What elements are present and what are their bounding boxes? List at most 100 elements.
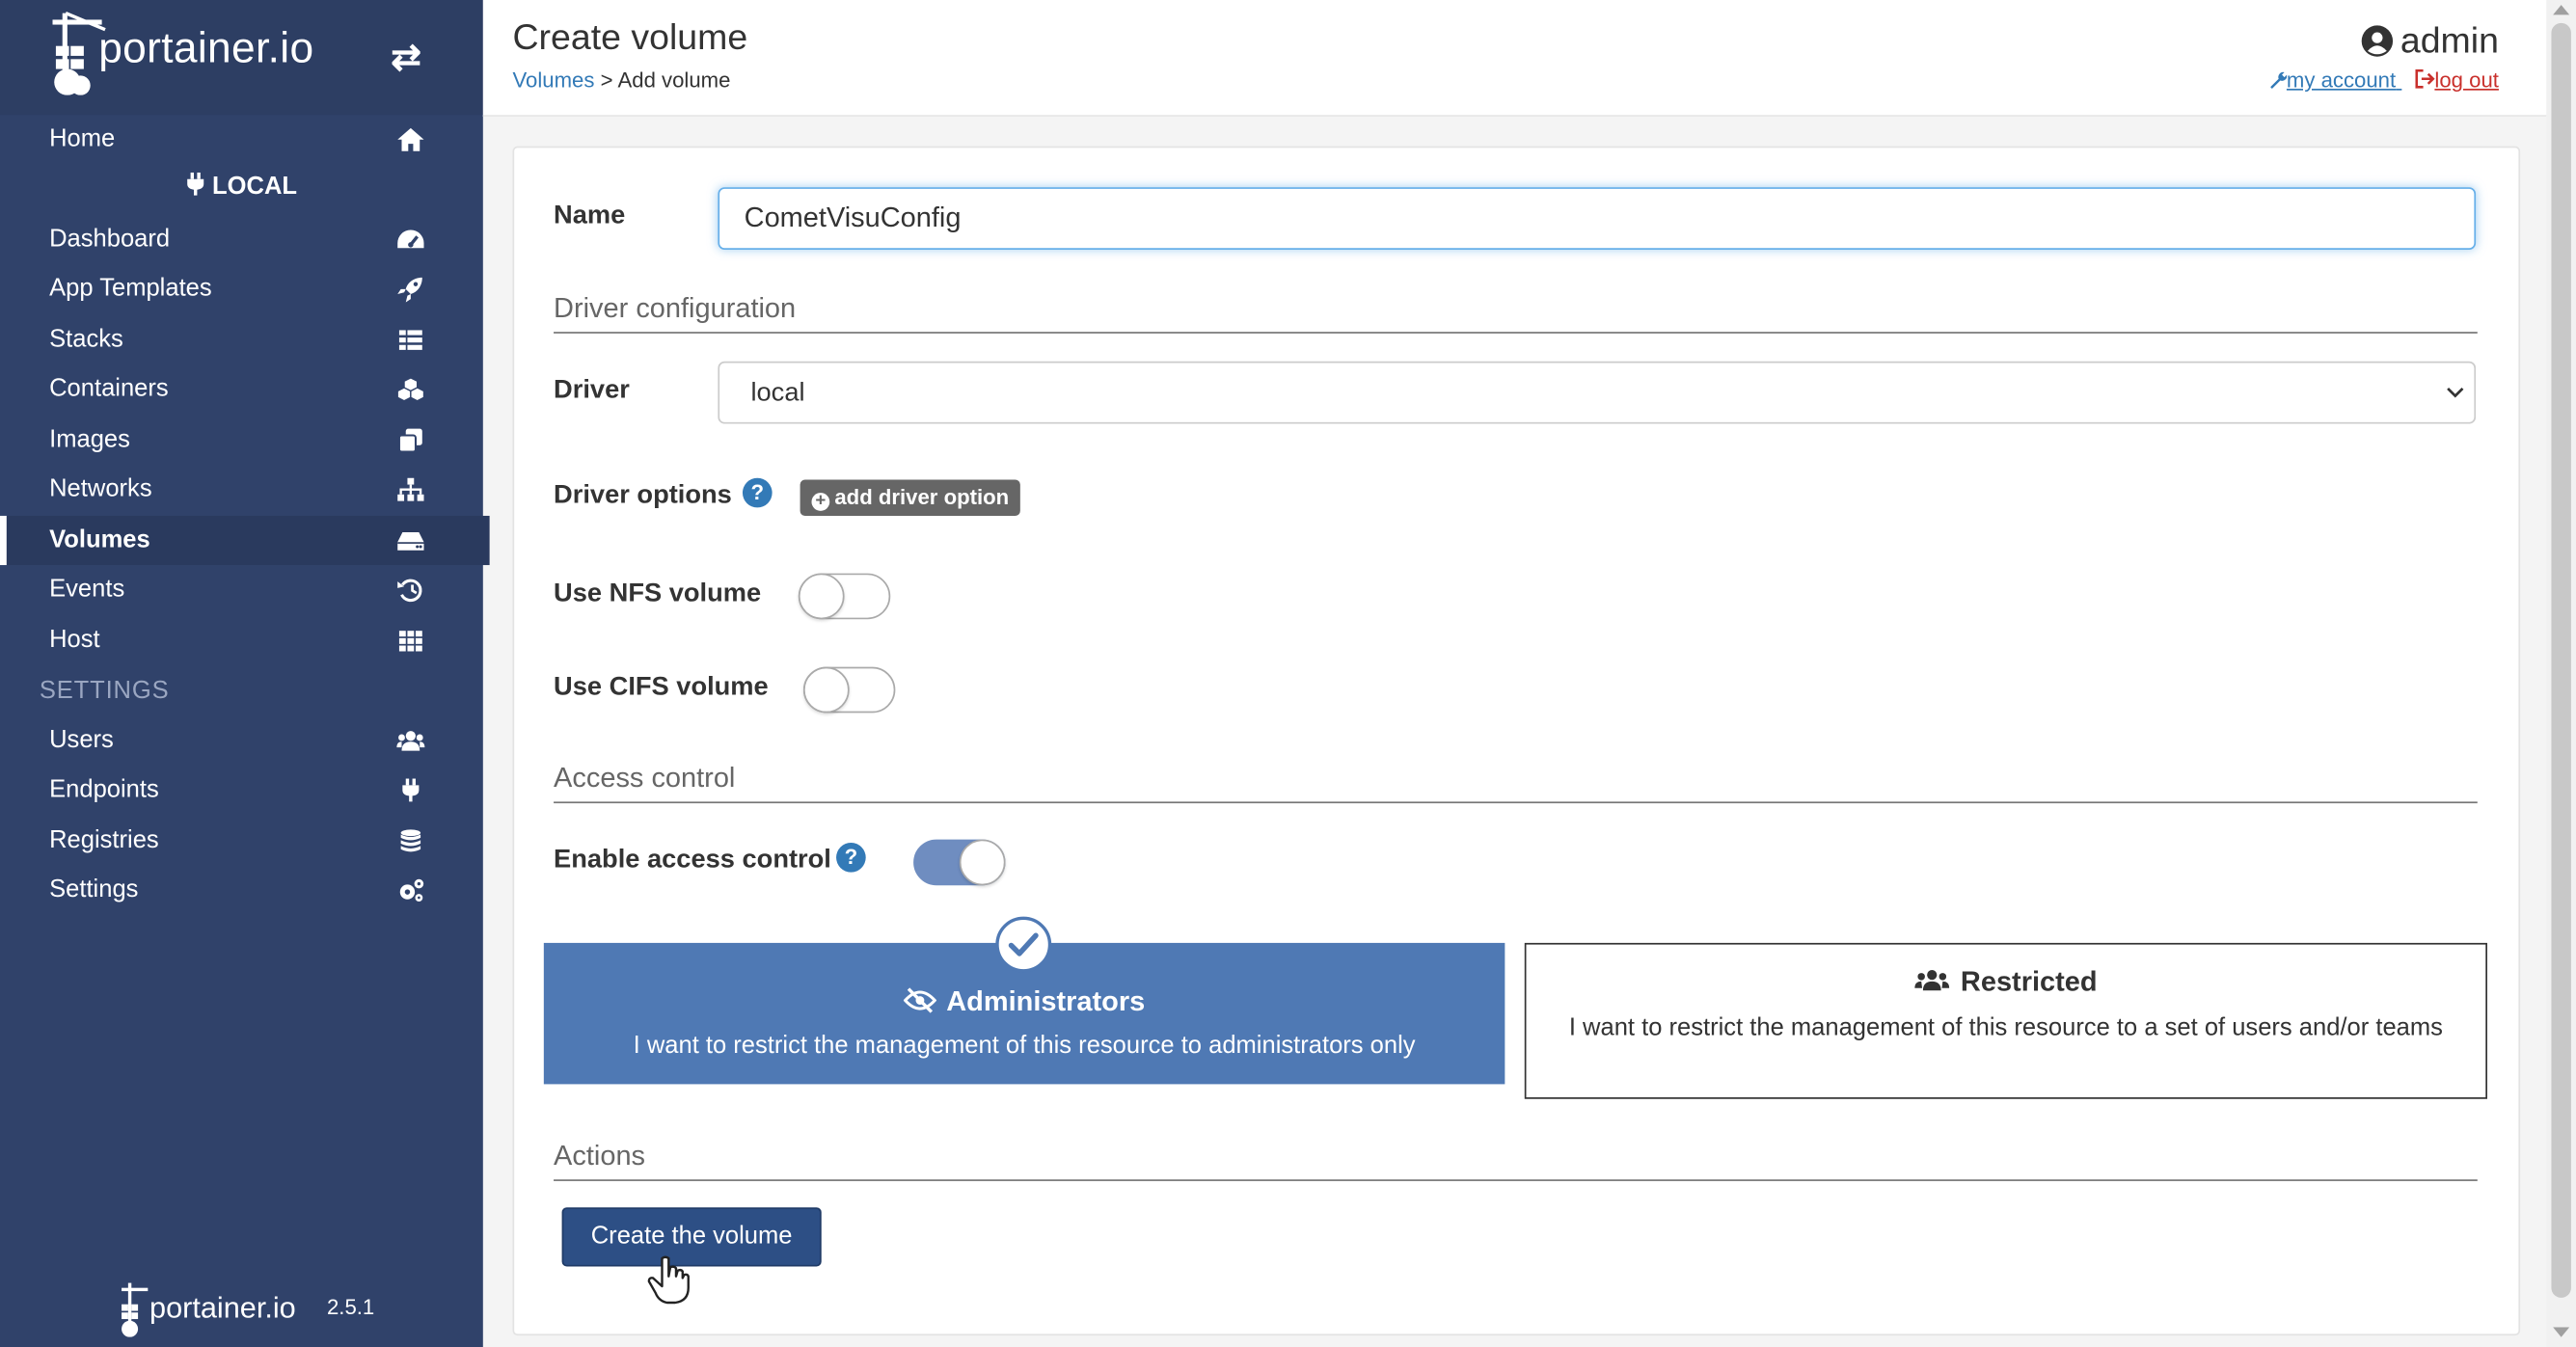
plus-circle-icon: + [811, 492, 830, 511]
sidebar-item-label: Events [49, 575, 125, 604]
sidebar-item-label: App Templates [49, 274, 212, 303]
administrators-title-text: Administrators [946, 985, 1146, 1017]
nfs-toggle[interactable] [798, 573, 891, 620]
sidebar-item-label: Users [49, 726, 114, 754]
name-label: Name [554, 202, 626, 230]
app-window: portainer.io ⇄ Home LOCAL Dashboard App … [0, 0, 2576, 1347]
sidebar-item-endpoints[interactable]: Endpoints [0, 766, 483, 815]
brand-name[interactable]: portainer.io [98, 23, 313, 74]
endpoint-header: LOCAL [0, 172, 483, 201]
administrators-description: I want to restrict the management of thi… [633, 1031, 1416, 1060]
access-control-help-icon[interactable]: ? [836, 842, 866, 873]
sidebar-item-label: Home [49, 124, 116, 153]
user-display: admin [2361, 19, 2499, 62]
rocket-icon [397, 277, 422, 303]
sign-out-icon [2415, 68, 2435, 89]
user-circle-icon [2361, 25, 2394, 57]
sidebar-item-users[interactable]: Users [0, 716, 483, 766]
hand-pointer-cursor-icon [647, 1255, 690, 1305]
driver-configuration-header: Driver configuration [554, 292, 2478, 334]
driver-select-value: local [750, 379, 805, 408]
cubes-icon [396, 377, 425, 402]
toggle-sidebar-icon[interactable]: ⇄ [391, 36, 420, 78]
plug-icon [402, 778, 420, 802]
administrators-title: Administrators [544, 985, 1505, 1018]
create-volume-button[interactable]: Create the volume [561, 1207, 822, 1267]
breadcrumb-current: Add volume [617, 67, 731, 93]
driver-options-label: Driver options [554, 481, 732, 510]
cifs-label: Use CIFS volume [554, 673, 769, 702]
breadcrumb-volumes-link[interactable]: Volumes [512, 67, 594, 93]
sidebar-item-networks[interactable]: Networks [0, 465, 483, 514]
sidebar-item-events[interactable]: Events [0, 565, 483, 614]
page-title: Create volume [512, 16, 748, 58]
brand-bar: portainer.io ⇄ [0, 0, 483, 116]
eye-slash-icon [903, 987, 937, 1013]
chevron-down-icon [2447, 387, 2464, 398]
sidebar: portainer.io ⇄ Home LOCAL Dashboard App … [0, 0, 490, 1347]
sidebar-item-stacks[interactable]: Stacks [0, 315, 483, 364]
database-icon [400, 829, 421, 852]
hdd-icon [397, 531, 424, 551]
sidebar-item-host[interactable]: Host [0, 616, 483, 665]
tachometer-icon [397, 229, 424, 249]
toggle-knob [959, 839, 1006, 886]
add-driver-option-label: add driver option [834, 484, 1010, 510]
toggle-knob [802, 666, 850, 714]
sidebar-item-label: Networks [49, 474, 152, 503]
clone-icon [397, 428, 422, 453]
home-icon [397, 127, 424, 151]
cogs-icon [399, 878, 424, 902]
sidebar-item-label: Volumes [49, 525, 150, 554]
restricted-title-text: Restricted [1960, 965, 2098, 998]
access-control-toggle[interactable] [913, 839, 1006, 886]
scrollbar-thumb[interactable] [2551, 22, 2571, 1298]
my-account-link[interactable]: my account [2266, 67, 2401, 92]
grid-icon [398, 631, 422, 652]
driver-label: Driver [554, 376, 630, 405]
sidebar-item-label: Images [49, 425, 130, 454]
restricted-title: Restricted [1526, 966, 2485, 999]
sidebar-item-app-templates[interactable]: App Templates [0, 264, 483, 313]
sidebar-item-label: Containers [49, 374, 169, 403]
sidebar-item-label: Settings [49, 876, 139, 904]
sitemap-icon [397, 477, 424, 501]
sidebar-item-registries[interactable]: Registries [0, 817, 483, 866]
sidebar-item-containers[interactable]: Containers [0, 364, 483, 414]
log-out-link[interactable]: log out [2415, 67, 2499, 93]
sidebar-item-volumes[interactable]: Volumes [0, 515, 490, 566]
endpoint-name: LOCAL [212, 172, 298, 201]
username: admin [2400, 19, 2499, 62]
page-header: Create volume Volumes > Add volume admin… [482, 0, 2547, 117]
list-icon [398, 330, 422, 350]
sidebar-item-home[interactable]: Home [0, 115, 483, 164]
restricted-option[interactable]: Restricted I want to restrict the manage… [1524, 942, 2488, 1099]
create-volume-form: Name Driver configuration Driver local D… [512, 146, 2521, 1336]
sidebar-item-label: Host [49, 626, 100, 655]
driver-select[interactable]: local [718, 361, 2477, 424]
cifs-toggle[interactable] [802, 666, 896, 714]
user-links: my account log out [2266, 67, 2499, 93]
selected-check-icon [995, 916, 1052, 973]
breadcrumb: Volumes > Add volume [512, 67, 730, 93]
sidebar-item-images[interactable]: Images [0, 416, 483, 465]
sidebar-item-label: Dashboard [49, 225, 171, 254]
wrench-icon [2269, 71, 2288, 89]
breadcrumb-separator: > [600, 67, 613, 93]
name-input[interactable] [718, 187, 2477, 250]
scroll-up-arrow-icon[interactable] [2553, 5, 2570, 15]
log-out-label: log out [2434, 67, 2499, 93]
users-icon [1915, 970, 1950, 991]
footer-version: 2.5.1 [326, 1294, 375, 1320]
actions-header: Actions [554, 1140, 2478, 1181]
add-driver-option-button[interactable]: + add driver option [800, 479, 1021, 516]
driver-options-help-icon[interactable]: ? [742, 477, 773, 508]
sidebar-item-dashboard[interactable]: Dashboard [0, 215, 483, 264]
restricted-description: I want to restrict the management of thi… [1568, 1013, 2443, 1042]
footer-brand: portainer.io [149, 1291, 296, 1325]
scroll-down-arrow-icon[interactable] [2553, 1327, 2570, 1337]
page-scrollbar[interactable] [2546, 0, 2576, 1347]
plug-icon [187, 172, 204, 196]
sidebar-item-label: Stacks [49, 325, 123, 354]
sidebar-item-settings[interactable]: Settings [0, 866, 483, 915]
